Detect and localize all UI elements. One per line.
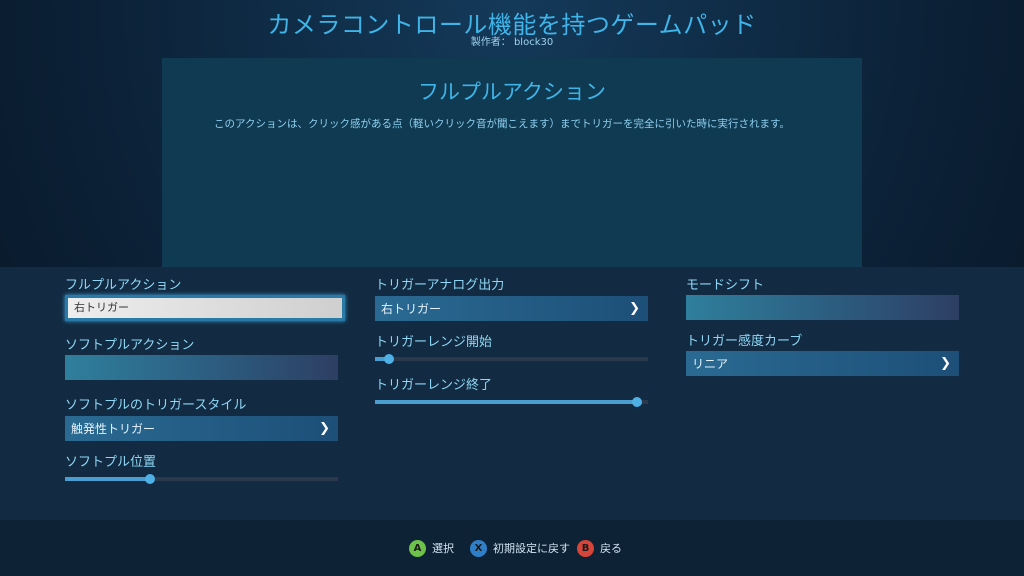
settings-panel: フルプルアクション 右トリガー ソフトプルアクション ソフトプルのトリガースタイ…	[0, 267, 1024, 520]
select-hint-label: 選択	[432, 542, 454, 555]
soft-pull-action-field[interactable]	[65, 355, 338, 380]
b-button-icon: B	[577, 539, 594, 557]
footer-hints: A 選択 X 初期設定に戻す B 戻る	[0, 520, 1024, 576]
back-hint-label: 戻る	[600, 542, 622, 555]
soft-pull-position-slider[interactable]	[65, 474, 338, 484]
description-text: このアクションは、クリック感がある点（軽いクリック音が聞こえます）までトリガーを…	[214, 118, 790, 130]
slider-track	[375, 357, 648, 361]
mode-shift-label: モードシフト	[686, 278, 765, 293]
x-button-icon: X	[470, 539, 487, 557]
soft-pull-style-value: 触発性トリガー	[71, 422, 156, 436]
author-label: 製作者： block30	[470, 37, 554, 48]
soft-pull-style-label: ソフトプルのトリガースタイル	[65, 398, 247, 413]
trigger-range-start-label: トリガーレンジ開始	[375, 335, 493, 350]
trigger-analog-output-label: トリガーアナログ出力	[375, 278, 505, 293]
slider-fill	[375, 400, 637, 404]
chevron-down-icon: ❯	[629, 301, 640, 316]
header: カメラコントロール機能を持つゲームパッド 製作者： block30	[0, 0, 1024, 60]
trigger-range-end-slider[interactable]	[375, 397, 648, 407]
full-pull-action-field[interactable]: 右トリガー	[65, 295, 345, 321]
slider-thumb[interactable]	[384, 354, 394, 364]
chevron-down-icon: ❯	[319, 421, 330, 436]
reset-hint[interactable]: X 初期設定に戻す	[470, 539, 570, 557]
trigger-range-end-label: トリガーレンジ終了	[375, 378, 493, 393]
trigger-analog-output-dropdown[interactable]: 右トリガー ❯	[375, 296, 648, 321]
full-pull-action-label: フルプルアクション	[65, 278, 182, 293]
slider-thumb[interactable]	[632, 397, 642, 407]
trigger-curve-label: トリガー感度カーブ	[686, 334, 803, 349]
slider-thumb[interactable]	[145, 474, 155, 484]
select-hint[interactable]: A 選択	[409, 539, 454, 557]
description-panel: フルプルアクション このアクションは、クリック感がある点（軽いクリック音が聞こえ…	[162, 58, 862, 268]
soft-pull-style-dropdown[interactable]: 触発性トリガー ❯	[65, 416, 338, 441]
trigger-curve-dropdown[interactable]: リニア ❯	[686, 351, 959, 376]
mode-shift-field[interactable]	[686, 295, 959, 320]
trigger-analog-output-value: 右トリガー	[381, 302, 442, 316]
a-button-icon: A	[409, 539, 426, 557]
soft-pull-position-label: ソフトプル位置	[65, 455, 157, 470]
trigger-range-start-slider[interactable]	[375, 354, 648, 364]
description-title: フルプルアクション	[418, 80, 606, 104]
trigger-curve-value: リニア	[692, 357, 729, 371]
slider-fill	[65, 477, 150, 481]
reset-hint-label: 初期設定に戻す	[493, 542, 570, 555]
back-hint[interactable]: B 戻る	[577, 539, 622, 557]
soft-pull-action-label: ソフトプルアクション	[65, 338, 195, 353]
chevron-down-icon: ❯	[940, 356, 951, 371]
